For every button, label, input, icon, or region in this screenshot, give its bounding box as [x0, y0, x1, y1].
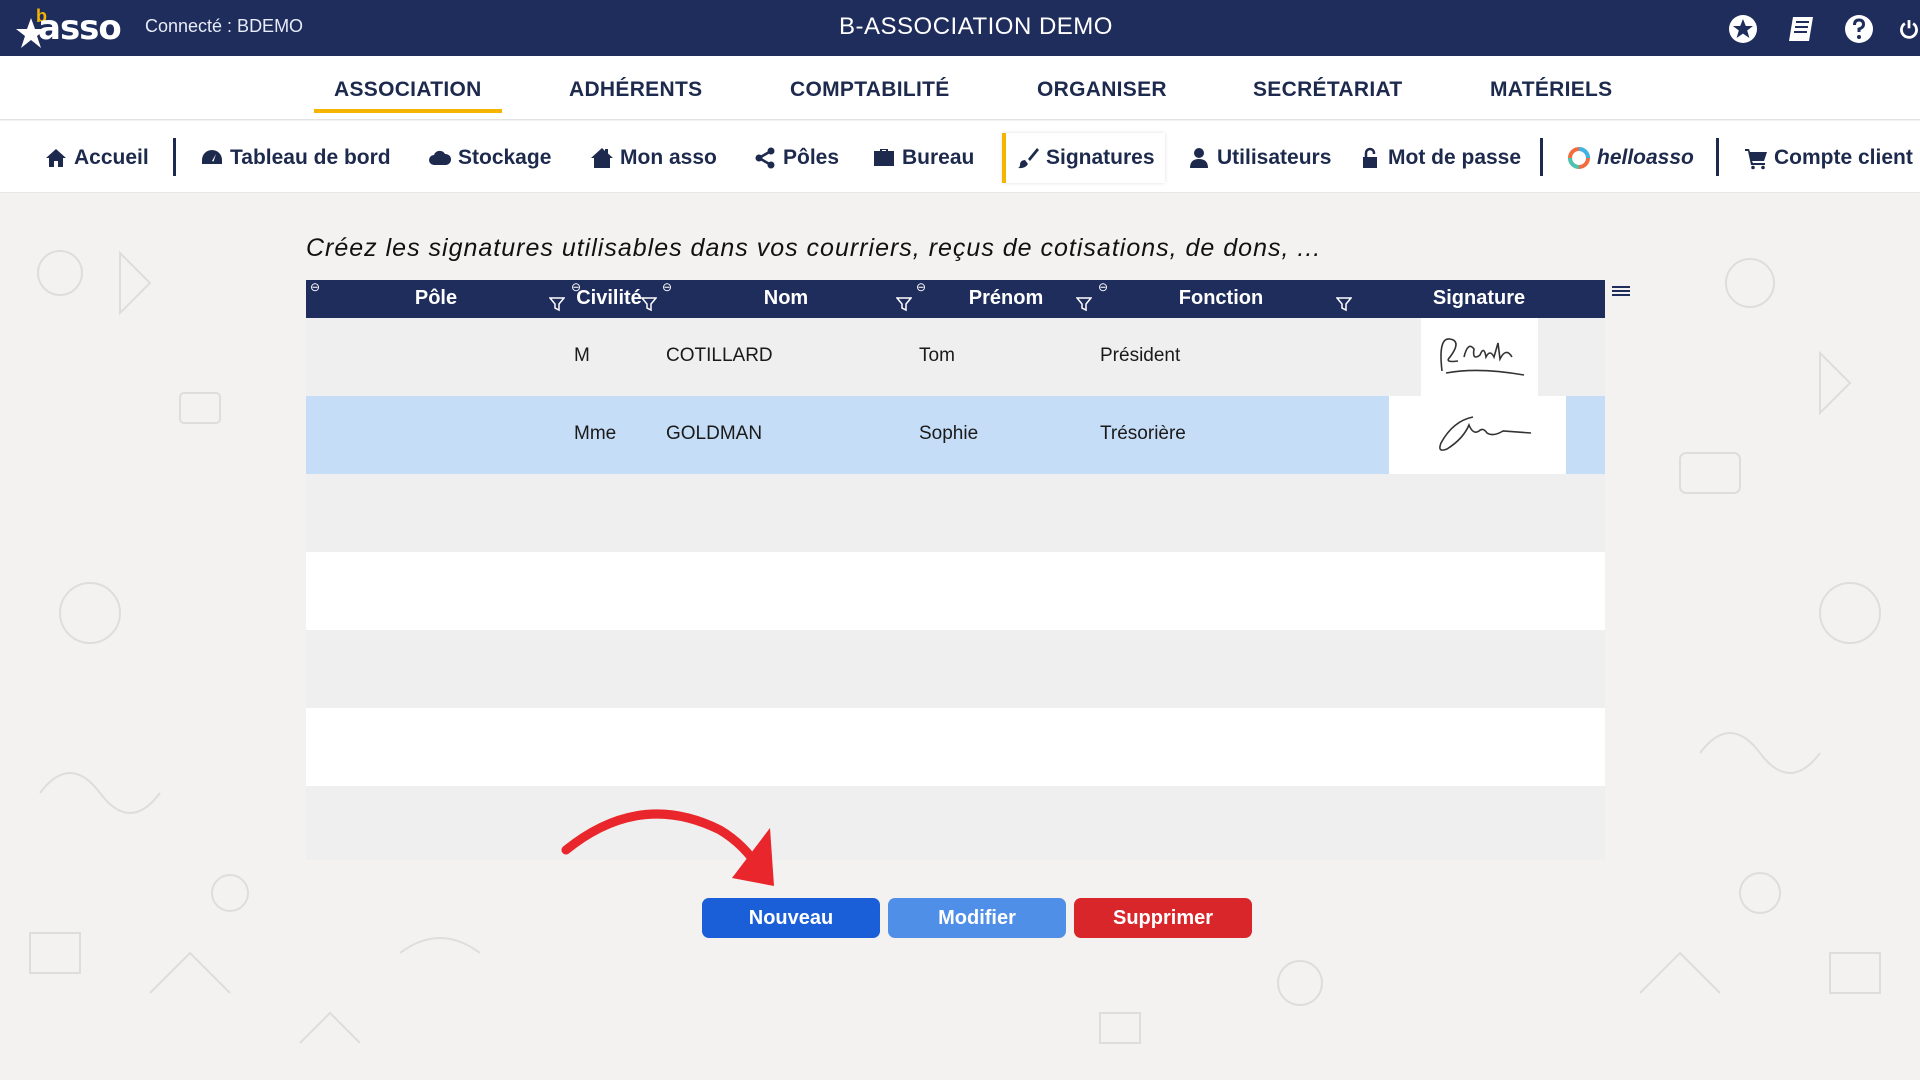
table-row-selected[interactable]: Mme GOLDMAN Sophie Trésorière [306, 396, 1605, 474]
dashboard-icon [202, 150, 222, 164]
cell-nom: GOLDMAN [666, 423, 763, 444]
sub-nav-label: Pôles [783, 146, 840, 169]
sub-nav-mot-de-passe[interactable]: Mot de passe [1358, 139, 1521, 177]
user-icon [1190, 148, 1208, 168]
filter-icon[interactable] [896, 296, 912, 312]
sub-nav-mon-asso[interactable]: Mon asso [590, 139, 717, 177]
cell-civilite: M [574, 345, 590, 366]
signatures-grid: ⊖ Pôle ⊖ Civilité ⊖ Nom ⊖ Prénom ⊖ Fonct… [306, 280, 1630, 860]
main-nav-materiels[interactable]: MATÉRIELS [1490, 78, 1612, 102]
sub-nav-label: helloasso [1597, 146, 1694, 169]
sub-nav-signatures[interactable]: Signatures [1002, 133, 1165, 183]
column-header-fonction[interactable]: Fonction [1101, 287, 1341, 310]
brush-icon [1018, 148, 1039, 169]
favorites-button[interactable] [1724, 10, 1762, 48]
signature-image [1389, 396, 1566, 474]
grid-header: ⊖ Pôle ⊖ Civilité ⊖ Nom ⊖ Prénom ⊖ Fonct… [306, 280, 1605, 318]
column-header-pole[interactable]: Pôle [306, 287, 566, 310]
column-header-nom[interactable]: Nom [661, 287, 911, 310]
app-title: B-ASSOCIATION DEMO [839, 13, 1113, 40]
helloasso-icon [1568, 147, 1590, 169]
empty-row [306, 708, 1605, 786]
sub-nav-separator [1540, 138, 1543, 176]
sub-nav-compte-client[interactable]: Compte client [1744, 139, 1913, 177]
filter-icon[interactable] [1336, 296, 1352, 312]
sub-nav-label: Signatures [1046, 146, 1155, 169]
sub-nav-label: Mon asso [620, 146, 717, 169]
documentation-button[interactable] [1782, 10, 1820, 48]
main-nav-comptabilite[interactable]: COMPTABILITÉ [790, 78, 950, 102]
column-header-signature[interactable]: Signature [1389, 287, 1569, 310]
sub-nav-label: Stockage [458, 146, 552, 169]
column-header-prenom[interactable]: Prénom [916, 287, 1096, 310]
home-icon [46, 149, 66, 167]
cell-prenom: Sophie [919, 423, 979, 444]
book-icon [1789, 17, 1813, 41]
main-nav-association[interactable]: ASSOCIATION [314, 78, 502, 113]
cart-icon [1745, 149, 1767, 170]
main-nav: ASSOCIATION ADHÉRENTS COMPTABILITÉ ORGAN… [0, 56, 1920, 120]
sub-nav-bureau[interactable]: Bureau [872, 139, 974, 177]
share-icon [755, 147, 775, 169]
help-icon [1845, 15, 1873, 43]
table-row[interactable]: M COTILLARD Tom Président [306, 318, 1605, 396]
cell-nom: COTILLARD [666, 345, 773, 366]
grid-menu-button[interactable] [1612, 284, 1630, 302]
signature-image [1421, 318, 1538, 396]
sub-nav-poles[interactable]: Pôles [753, 139, 839, 177]
cloud-icon [429, 150, 452, 165]
sub-nav-label: Tableau de bord [230, 146, 391, 169]
sub-nav-label: Mot de passe [1388, 146, 1522, 169]
sub-nav-accueil[interactable]: Accueil [44, 139, 149, 177]
sub-nav-utilisateurs[interactable]: Utilisateurs [1187, 139, 1331, 177]
sub-nav: Accueil Tableau de bord Stockage Mon ass… [0, 121, 1920, 193]
top-bar: b asso Connecté : BDEMO B-ASSOCIATION DE… [0, 0, 1920, 56]
cell-civilite: Mme [574, 423, 617, 444]
main-nav-organiser[interactable]: ORGANISER [1037, 78, 1167, 102]
sub-nav-label: Compte client [1774, 146, 1913, 169]
power-icon [1900, 20, 1918, 39]
cell-prenom: Tom [919, 345, 955, 366]
signature-drawing-goldman [1438, 416, 1531, 451]
sub-nav-stockage[interactable]: Stockage [428, 139, 551, 177]
main-nav-secretariat[interactable]: SECRÉTARIAT [1253, 78, 1403, 102]
lock-icon [1363, 147, 1377, 168]
intro-text: Créez les signatures utilisables dans vo… [306, 234, 1322, 262]
sub-nav-tableau-de-bord[interactable]: Tableau de bord [200, 139, 391, 177]
star-icon [1729, 15, 1757, 43]
logout-button[interactable] [1898, 10, 1920, 48]
house-icon [591, 148, 613, 168]
cell-fonction: Président [1100, 345, 1181, 366]
empty-row [306, 786, 1605, 860]
top-icons [1724, 10, 1920, 48]
sub-nav-separator [173, 138, 176, 176]
help-button[interactable] [1840, 10, 1878, 48]
cell-fonction: Trésorière [1100, 423, 1186, 444]
filter-icon[interactable] [549, 296, 565, 312]
sub-nav-label: Accueil [74, 146, 149, 169]
sub-nav-label: Utilisateurs [1217, 146, 1332, 169]
sub-nav-separator [1716, 138, 1719, 176]
delete-button[interactable]: Supprimer [1074, 898, 1252, 938]
signature-drawing-cotillard [1439, 338, 1524, 376]
filter-icon[interactable] [1076, 296, 1092, 312]
main-nav-adherents[interactable]: ADHÉRENTS [569, 78, 702, 102]
briefcase-icon [874, 149, 894, 166]
empty-row [306, 474, 1605, 552]
new-button[interactable]: Nouveau [702, 898, 880, 938]
sub-nav-helloasso[interactable]: helloasso [1567, 139, 1694, 177]
empty-row [306, 630, 1605, 708]
sub-nav-label: Bureau [902, 146, 975, 169]
filter-icon[interactable] [641, 296, 657, 312]
edit-button[interactable]: Modifier [888, 898, 1066, 938]
empty-row [306, 552, 1605, 630]
